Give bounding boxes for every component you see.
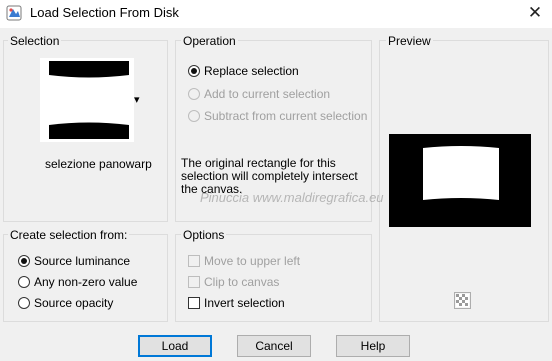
close-icon[interactable]: ✕ [524,3,546,23]
cancel-button[interactable]: Cancel [237,335,311,357]
any-non-zero-radio[interactable] [18,276,30,288]
source-opacity-radio[interactable] [18,297,30,309]
options-group-label: Options [181,228,227,242]
invert-selection-label: Invert selection [204,296,285,310]
load-button[interactable]: Load [138,335,212,357]
replace-selection-radio[interactable] [188,65,200,77]
create-selection-group-label: Create selection from: [8,228,130,242]
preview-image [389,134,531,227]
any-non-zero-label: Any non-zero value [34,275,138,289]
help-button[interactable]: Help [336,335,410,357]
selection-thumbnail[interactable] [40,58,134,142]
source-opacity-label: Source opacity [34,296,114,310]
subtract-selection-radio[interactable] [188,110,200,122]
selection-thumbnail-image [40,58,134,142]
window-title: Load Selection From Disk [30,5,179,20]
selection-group-label: Selection [8,34,62,48]
source-luminance-label: Source luminance [34,254,131,268]
clip-to-canvas-checkbox[interactable] [188,276,200,288]
checkerboard-icon [456,294,469,307]
invert-selection-checkbox[interactable] [188,297,200,309]
replace-selection-label: Replace selection [204,64,299,78]
subtract-selection-label: Subtract from current selection [204,109,368,123]
source-luminance-radio[interactable] [18,255,30,267]
move-upper-left-label: Move to upper left [204,254,301,268]
move-upper-left-checkbox[interactable] [188,255,200,267]
preview-group-label: Preview [386,34,433,48]
clip-to-canvas-label: Clip to canvas [204,275,280,289]
watermark-text: Pinuccia www.maldiregrafica.eu [200,190,384,205]
add-selection-radio[interactable] [188,88,200,100]
app-icon [6,5,22,21]
selection-file-name: selezione panowarp [45,157,152,171]
chevron-down-icon[interactable]: ▾ [134,93,140,106]
operation-group-label: Operation [181,34,238,48]
checkerboard-toggle-button[interactable] [454,292,471,309]
add-selection-label: Add to current selection [204,87,331,101]
